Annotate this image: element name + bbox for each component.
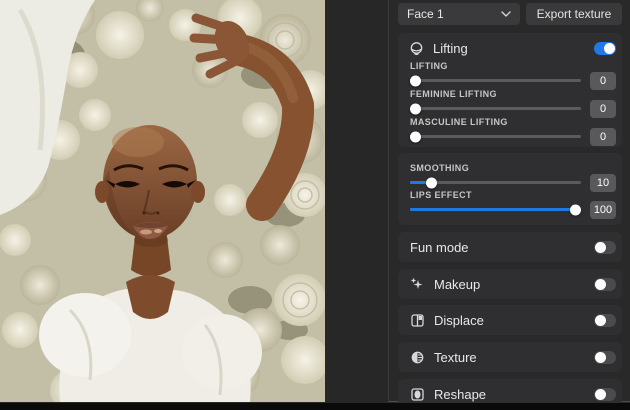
section-fun-mode[interactable]: Fun mode	[398, 232, 622, 262]
texture-toggle[interactable]	[594, 350, 616, 364]
fun-mode-toggle[interactable]	[594, 240, 616, 254]
panel-toolbar: Face 1 Export texture	[398, 3, 622, 25]
slider-label: SMOOTHING	[410, 163, 470, 173]
photo-canvas[interactable]	[0, 0, 388, 402]
displace-icon	[410, 313, 425, 328]
slider-row-smoothing: SMOOTHING 10	[410, 163, 616, 192]
face-lift-icon	[409, 41, 424, 56]
slider-knob[interactable]	[410, 75, 421, 86]
feminine-lifting-value[interactable]: 0	[590, 99, 616, 118]
slider-label: LIPS EFFECT	[410, 190, 472, 200]
lips-effect-slider[interactable]	[410, 204, 581, 215]
export-texture-label: Export texture	[536, 7, 612, 21]
slider-knob[interactable]	[410, 103, 421, 114]
section-label: Reshape	[434, 386, 487, 402]
reshape-icon	[410, 387, 425, 402]
lifting-value[interactable]: 0	[590, 71, 616, 90]
slider-label: FEMININE LIFTING	[410, 89, 497, 99]
face-select-value: Face 1	[407, 7, 444, 21]
feminine-lifting-slider[interactable]	[410, 103, 581, 114]
slider-label: LIFTING	[410, 61, 448, 71]
face-select-dropdown[interactable]: Face 1	[398, 3, 520, 25]
smoothing-card: SMOOTHING 10 LIPS EFFECT 100	[398, 153, 622, 225]
lifting-slider[interactable]	[410, 75, 581, 86]
lips-effect-value[interactable]: 100	[590, 200, 616, 219]
reshape-toggle[interactable]	[594, 387, 616, 401]
section-label: Texture	[434, 349, 477, 365]
texture-icon	[410, 350, 425, 365]
smoothing-slider[interactable]	[410, 177, 581, 188]
section-displace[interactable]: Displace	[398, 305, 622, 335]
slider-label: MASCULINE LIFTING	[410, 117, 508, 127]
slider-row-lifting: LIFTING 0	[410, 61, 616, 90]
slider-knob[interactable]	[410, 131, 421, 142]
section-label: Displace	[434, 312, 484, 328]
makeup-icon	[410, 277, 425, 292]
slider-knob[interactable]	[570, 204, 581, 215]
photo-editor-window: Face 1 Export texture Lifting LIFTING 0 …	[0, 0, 630, 410]
section-makeup[interactable]: Makeup	[398, 269, 622, 299]
masculine-lifting-slider[interactable]	[410, 131, 581, 142]
smoothing-value[interactable]: 10	[590, 173, 616, 192]
portrait-photo	[0, 0, 325, 402]
section-texture[interactable]: Texture	[398, 342, 622, 372]
lifting-card: Lifting LIFTING 0 FEMININE LIFTING 0 MAS…	[398, 33, 622, 147]
bottom-bar	[0, 403, 630, 410]
section-label: Makeup	[434, 276, 481, 292]
export-texture-button[interactable]: Export texture	[526, 3, 622, 25]
face-adjustments-panel: Face 1 Export texture Lifting LIFTING 0 …	[389, 0, 630, 409]
makeup-toggle[interactable]	[594, 277, 616, 291]
slider-row-masculine-lifting: MASCULINE LIFTING 0	[410, 117, 616, 146]
lifting-toggle[interactable]	[594, 41, 616, 55]
lifting-title: Lifting	[433, 40, 468, 56]
lifting-header[interactable]: Lifting	[398, 33, 622, 63]
masculine-lifting-value[interactable]: 0	[590, 127, 616, 146]
section-label: Fun mode	[410, 239, 469, 255]
slider-row-feminine-lifting: FEMININE LIFTING 0	[410, 89, 616, 118]
chevron-down-icon	[501, 9, 511, 19]
slider-knob[interactable]	[426, 177, 437, 188]
slider-row-lips-effect: LIPS EFFECT 100	[410, 190, 616, 219]
displace-toggle[interactable]	[594, 313, 616, 327]
